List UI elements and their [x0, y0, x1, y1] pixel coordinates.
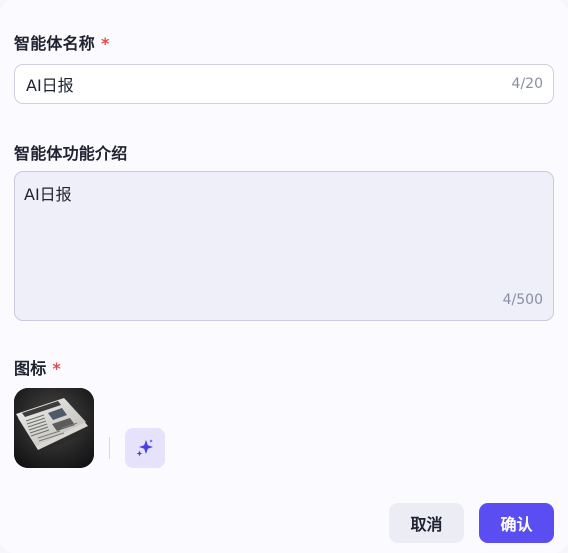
cancel-button[interactable]: 取消: [389, 503, 464, 543]
name-label-text: 智能体名称: [14, 34, 96, 53]
required-mark: *: [52, 359, 61, 378]
newspaper-image: [14, 388, 94, 468]
description-textarea-wrapper: AI日报 4/500: [14, 171, 554, 321]
ai-generate-icon-button[interactable]: [125, 428, 165, 468]
agent-icon-thumbnail[interactable]: [14, 388, 94, 468]
icon-field-label: 图标 *: [14, 355, 61, 379]
create-agent-form: 智能体名称 * 4/20 智能体功能介绍 AI日报 4/500 图标 *: [0, 0, 568, 553]
name-char-counter: 4/20: [511, 76, 543, 92]
required-mark: *: [101, 34, 110, 53]
description-field-label: 智能体功能介绍: [14, 140, 127, 164]
sparkle-icon: [136, 439, 153, 457]
name-field-label: 智能体名称 *: [14, 30, 110, 54]
description-label-text: 智能体功能介绍: [14, 144, 128, 163]
description-char-counter: 4/500: [502, 292, 543, 308]
confirm-button[interactable]: 确认: [479, 503, 554, 543]
icon-divider: [109, 437, 110, 459]
icon-label-text: 图标: [14, 359, 47, 378]
agent-description-textarea[interactable]: AI日报: [15, 172, 553, 290]
agent-name-input[interactable]: [15, 65, 496, 103]
name-input-wrapper: 4/20: [14, 64, 554, 104]
